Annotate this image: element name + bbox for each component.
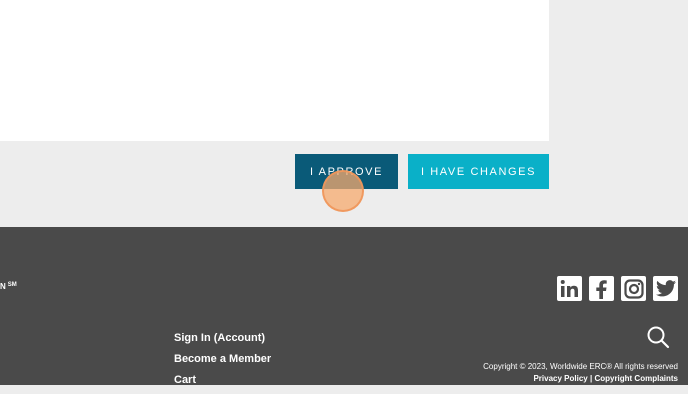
cart-link[interactable]: Cart [174, 373, 271, 394]
brand-logo-fragment: N SM [0, 282, 17, 291]
linkedin-icon[interactable] [557, 276, 582, 301]
search-icon[interactable] [646, 325, 670, 349]
approval-actions: I APPROVE I HAVE CHANGES [0, 141, 688, 227]
facebook-icon[interactable] [589, 276, 614, 301]
approve-button[interactable]: I APPROVE [295, 154, 398, 189]
have-changes-button[interactable]: I HAVE CHANGES [408, 154, 549, 189]
sign-in-link[interactable]: Sign In (Account) [174, 331, 271, 352]
become-member-link[interactable]: Become a Member [174, 352, 271, 373]
legal-separator: | [589, 374, 593, 383]
copyright-complaints-link[interactable]: Copyright Complaints [594, 374, 678, 383]
site-footer: N SM Sign In (Account) Become a Member Ca… [0, 227, 688, 386]
privacy-policy-link[interactable]: Privacy Policy [533, 374, 587, 383]
twitter-icon[interactable] [653, 276, 678, 301]
legal-links: Privacy Policy | Copyright Complaints [533, 374, 678, 383]
copyright-text: Copyright © 2023, Worldwide ERC® All rig… [483, 362, 678, 371]
content-panel [0, 0, 549, 141]
instagram-icon[interactable] [621, 276, 646, 301]
